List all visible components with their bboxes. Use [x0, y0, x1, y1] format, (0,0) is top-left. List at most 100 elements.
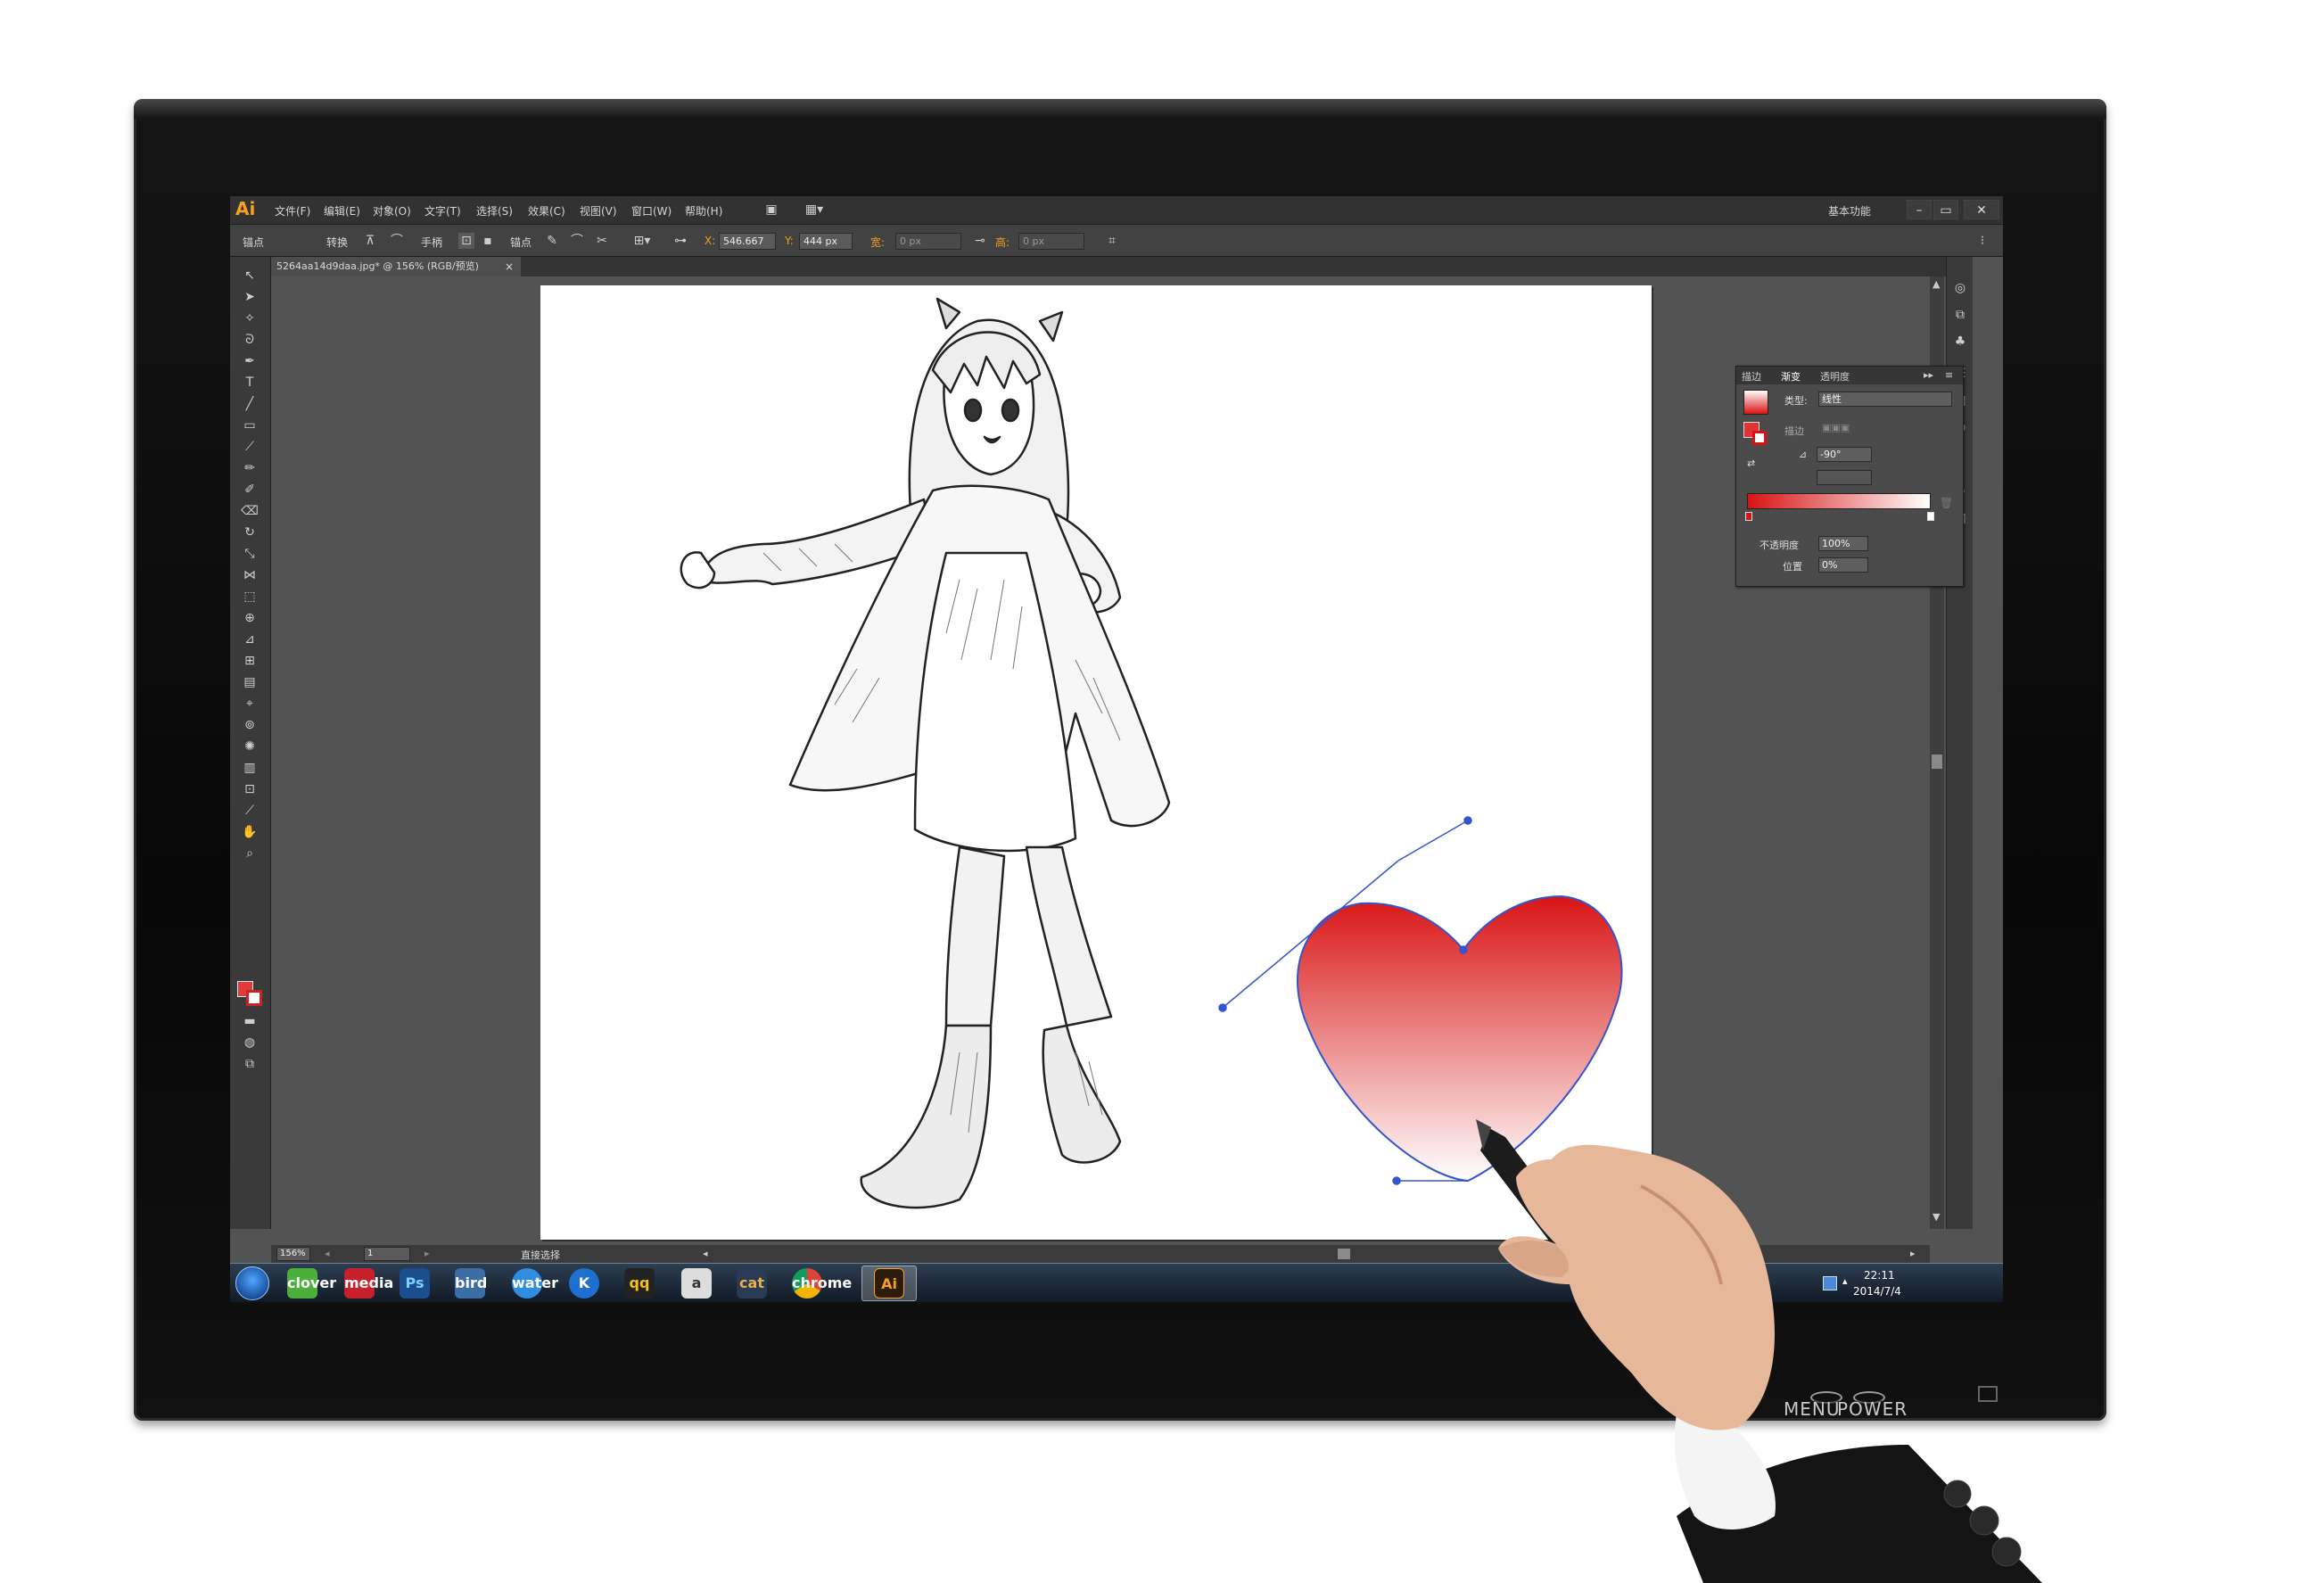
blend-tool-icon[interactable]: ⊚: [239, 715, 260, 735]
taskbar-app-photoshop[interactable]: Ps: [400, 1268, 430, 1299]
width-field[interactable]: 0 px: [895, 233, 961, 250]
taskbar-app-chrome[interactable]: chrome: [792, 1268, 852, 1299]
restore-button[interactable]: ▭: [1933, 200, 1958, 219]
location-field[interactable]: 0%: [1818, 557, 1868, 573]
x-field[interactable]: 546.667: [719, 233, 776, 250]
pen-tool-icon[interactable]: ✒: [239, 351, 260, 371]
panel-stroke-swatch[interactable]: [1752, 431, 1767, 445]
artboard-navigator-field[interactable]: 1: [364, 1247, 410, 1261]
menu-window[interactable]: 窗口(W): [631, 203, 672, 218]
constrain-icon[interactable]: ⊸: [972, 233, 988, 249]
scroll-right-arrow-icon[interactable]: ▸: [1910, 1248, 1916, 1259]
direct-selection-tool-icon[interactable]: ➤: [239, 287, 260, 307]
vertical-scroll-thumb[interactable]: [1932, 754, 1942, 769]
close-window-button[interactable]: ✕: [1964, 200, 1999, 219]
taskbar-app-cat[interactable]: cat: [737, 1268, 767, 1299]
horizontal-scroll-thumb[interactable]: [1338, 1249, 1350, 1259]
paintbrush-tool-icon[interactable]: ⟋: [239, 437, 260, 457]
line-tool-icon[interactable]: ╱: [239, 394, 260, 414]
hand-tool-icon[interactable]: ✋: [239, 822, 260, 842]
remove-anchor-icon[interactable]: ✎: [544, 233, 560, 249]
connect-anchor-icon[interactable]: ⌒: [569, 233, 585, 249]
lasso-tool-icon[interactable]: ᘐ: [239, 330, 260, 350]
scroll-up-arrow-icon[interactable]: ▲: [1933, 278, 1940, 290]
zoom-field[interactable]: 156%: [276, 1247, 310, 1261]
slice-tool-icon[interactable]: ⟋: [239, 801, 260, 820]
mesh-tool-icon[interactable]: ⊞: [239, 651, 260, 671]
reverse-gradient-icon[interactable]: ⇄: [1747, 458, 1755, 469]
hide-handles-icon[interactable]: ▪: [480, 233, 496, 249]
aspect-ratio-field[interactable]: [1817, 470, 1872, 485]
collapse-panel-icon[interactable]: ▸▸: [1924, 369, 1933, 381]
cut-path-icon[interactable]: ✂: [594, 233, 610, 249]
clock-time[interactable]: 22:11: [1864, 1269, 1895, 1282]
minimize-button[interactable]: –: [1907, 200, 1932, 219]
document-tab[interactable]: 5264aa14d9daa.jpg* @ 156% (RGB/预览) ×: [271, 257, 521, 276]
scroll-left-arrow-icon[interactable]: ◂: [703, 1248, 708, 1259]
taskbar-app-media[interactable]: media: [344, 1268, 393, 1299]
zoom-tool-icon[interactable]: ⌕: [239, 844, 260, 863]
align-icon[interactable]: ⊶: [672, 233, 688, 249]
canvas-artwork[interactable]: [540, 285, 1652, 1240]
stroke-swatch[interactable]: [246, 990, 262, 1006]
clock-date[interactable]: 2014/7/4: [1853, 1285, 1901, 1298]
scale-tool-icon[interactable]: ⤡: [239, 544, 260, 564]
taskbar-app-clover[interactable]: clover: [287, 1268, 336, 1299]
y-field[interactable]: 444 px: [799, 233, 853, 250]
convert-smooth-icon[interactable]: ⌒: [389, 233, 405, 249]
arrange-documents-icon[interactable]: ▦▾: [801, 202, 828, 218]
free-transform-tool-icon[interactable]: ⬚: [239, 587, 260, 606]
height-field[interactable]: 0 px: [1018, 233, 1084, 250]
start-button[interactable]: [235, 1266, 269, 1300]
taskbar-app-qq[interactable]: qq: [624, 1268, 655, 1299]
tab-stroke[interactable]: 描边: [1742, 369, 1761, 383]
transform-icon[interactable]: ⌗: [1104, 233, 1120, 249]
taskbar-app-illustrator[interactable]: Ai: [874, 1268, 904, 1299]
symbol-sprayer-tool-icon[interactable]: ✺: [239, 737, 260, 756]
rectangle-tool-icon[interactable]: ▭: [239, 416, 260, 435]
angle-field[interactable]: -90°: [1817, 447, 1872, 462]
menu-file[interactable]: 文件(F): [275, 203, 310, 218]
rotate-tool-icon[interactable]: ↻: [239, 523, 260, 542]
gradient-type-select[interactable]: 线性: [1818, 392, 1952, 407]
next-artboard-icon[interactable]: ▸: [424, 1248, 430, 1259]
column-graph-tool-icon[interactable]: ▥: [239, 758, 260, 778]
convert-corner-icon[interactable]: ⊼: [362, 233, 378, 249]
taskbar-app-water[interactable]: water: [512, 1268, 558, 1299]
menu-object[interactable]: 对象(O): [373, 203, 411, 218]
menu-effect[interactable]: 效果(C): [528, 203, 565, 218]
taskbar-app-k[interactable]: K: [569, 1268, 599, 1299]
taskbar-app-bird[interactable]: bird: [455, 1268, 487, 1299]
isolate-icon[interactable]: ⊞▾: [630, 233, 655, 249]
gradient-stop-end[interactable]: [1927, 512, 1934, 521]
color-guide-icon[interactable]: ◎: [1950, 278, 1970, 298]
selection-tool-icon[interactable]: ↖: [239, 266, 260, 285]
opacity-field[interactable]: 100%: [1818, 536, 1868, 551]
artboard-tool-icon[interactable]: ⊡: [239, 779, 260, 799]
eyedropper-tool-icon[interactable]: ⌖: [239, 694, 260, 713]
gradient-preview-swatch[interactable]: [1743, 390, 1768, 415]
gradient-stop-start[interactable]: [1745, 512, 1752, 521]
color-mode-icon[interactable]: ▬: [239, 1011, 260, 1031]
menu-type[interactable]: 文字(T): [424, 203, 461, 218]
gradient-tool-icon[interactable]: ▤: [239, 672, 260, 692]
workspace-switcher[interactable]: 基本功能: [1828, 203, 1871, 218]
first-artboard-icon[interactable]: ◂: [325, 1248, 330, 1259]
eraser-tool-icon[interactable]: ⌫: [239, 501, 260, 521]
bridge-icon[interactable]: ▣: [763, 202, 779, 218]
artboard[interactable]: [540, 285, 1652, 1240]
scroll-down-arrow-icon[interactable]: ▼: [1933, 1211, 1940, 1223]
menu-select[interactable]: 选择(S): [476, 203, 513, 218]
shape-builder-tool-icon[interactable]: ⊕: [239, 608, 260, 628]
status-tool-mode[interactable]: 直接选择: [521, 1248, 560, 1262]
type-tool-icon[interactable]: T: [239, 373, 260, 392]
perspective-grid-tool-icon[interactable]: ⊿: [239, 630, 260, 649]
swatches-icon[interactable]: ⧉: [1950, 305, 1970, 325]
pencil-tool-icon[interactable]: ✏: [239, 458, 260, 478]
tab-transparency[interactable]: 透明度: [1820, 369, 1850, 383]
drawing-mode-icon[interactable]: ◍: [239, 1033, 260, 1052]
panel-menu-icon[interactable]: ⁝: [1974, 233, 1990, 249]
close-tab-icon[interactable]: ×: [505, 257, 514, 276]
show-handles-icon[interactable]: ⊡: [458, 233, 474, 249]
tray-network-icon[interactable]: [1823, 1276, 1837, 1290]
